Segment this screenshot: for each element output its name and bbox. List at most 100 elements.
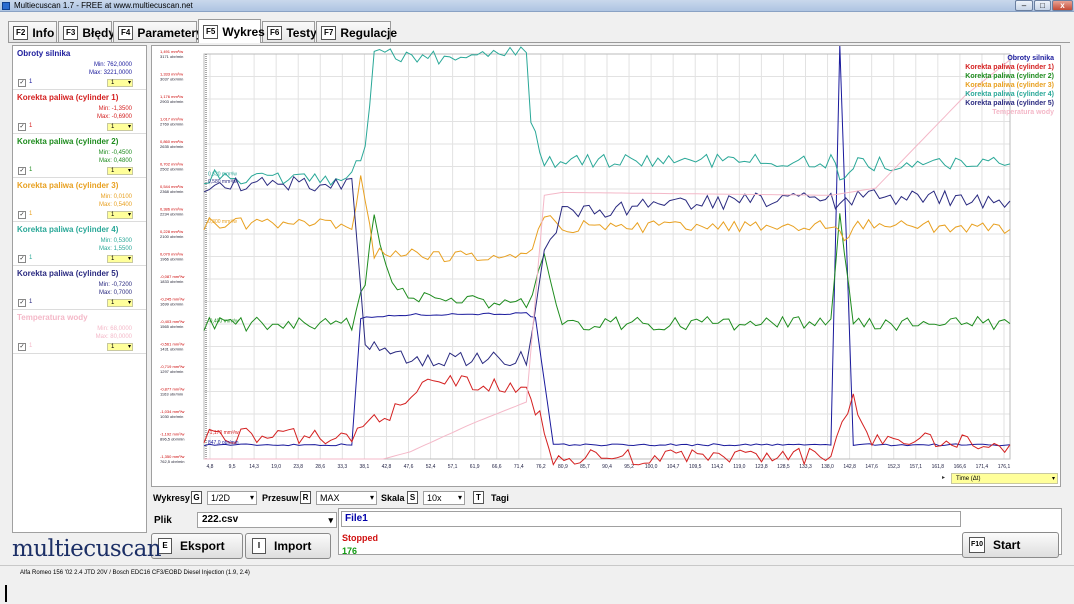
x-tick-label: 28,6 — [315, 464, 325, 470]
plik-label: Plik — [154, 515, 172, 526]
wykresy-dropdown[interactable]: 1/2D — [207, 491, 257, 505]
x-tick-label: 176,1 — [998, 464, 1011, 470]
x-tick-label: 152,3 — [887, 464, 900, 470]
signal-checkbox[interactable]: ✓ — [18, 79, 26, 87]
signal-count: 1 — [29, 79, 33, 85]
signal-scale-dropdown[interactable]: 1 — [107, 167, 133, 175]
signal-max: Max: -0,6900 — [96, 114, 132, 120]
x-tick-label: 166,6 — [954, 464, 967, 470]
przesuw-key: R — [300, 491, 311, 504]
export-button[interactable]: E Eksport — [151, 533, 243, 559]
signal-scale-dropdown[interactable]: 1 — [107, 299, 133, 307]
tab-testy[interactable]: F6 Testy — [262, 21, 317, 43]
signal-checkbox[interactable]: ✓ — [18, 211, 26, 219]
signal-scale-dropdown[interactable]: 1 — [107, 123, 133, 131]
x-tick-label: 161,8 — [932, 464, 945, 470]
skala-dropdown[interactable]: 10x — [423, 491, 465, 505]
tab-label: Info — [32, 25, 55, 40]
signal-scale-dropdown[interactable]: 1 — [107, 255, 133, 263]
tab-label: Błędy — [82, 25, 116, 40]
signal-item[interactable]: Korekta paliwa (cylinder 4) Min: 0,5300 Ma… — [13, 222, 146, 266]
tab-parametery[interactable]: F4 Parametery — [113, 21, 203, 43]
x-axis-selector[interactable]: Time (Δt) — [951, 473, 1058, 484]
signal-max: Max: 0,4800 — [98, 158, 132, 164]
tab-key: F6 — [267, 25, 283, 40]
legend-entry: Obroty silnika — [1007, 55, 1054, 62]
start-label: Start — [993, 538, 1021, 552]
x-tick-label: 109,5 — [689, 464, 702, 470]
sample-count: 176 — [342, 546, 358, 556]
signal-min: Min: -1,3500 — [98, 106, 132, 112]
wykresy-key: G — [191, 491, 202, 504]
import-label: Import — [274, 539, 312, 553]
tab-label: Regulacje — [340, 25, 398, 40]
signal-scale-dropdown[interactable]: 1 — [107, 343, 133, 351]
file-dropdown[interactable]: 222.csv — [197, 512, 337, 528]
signal-checkbox[interactable]: ✓ — [18, 255, 26, 263]
y-tick-rpm: 3037 obr/min — [160, 77, 183, 82]
y-tick-rpm: 1699 obr/min — [160, 302, 183, 307]
signal-count: 1 — [29, 255, 33, 261]
export-label: Eksport — [180, 539, 225, 553]
y-tick-rpm: 2903 obr/min — [160, 99, 183, 104]
maximize-button[interactable]: □ — [1034, 0, 1051, 11]
y-tick-rpm: 2502 obr/min — [160, 167, 183, 172]
wykresy-label: Wykresy — [153, 493, 190, 503]
tab-key: F5 — [203, 24, 219, 39]
legend-entry: Korekta paliwa (cylinder 1) — [965, 64, 1054, 71]
tab-label: Parametery — [137, 25, 203, 40]
y-tick-rpm: 896,5 obr/min — [160, 437, 184, 442]
x-tick-label: 90,4 — [602, 464, 612, 470]
tab-info[interactable]: F2 Info — [8, 21, 57, 43]
signal-checkbox[interactable]: ✓ — [18, 167, 26, 175]
y-tick-rpm: 1030 obr/min — [160, 414, 183, 419]
y-tick-rpm: 1431 obr/min — [160, 347, 183, 352]
signal-item[interactable]: Korekta paliwa (cylinder 5) Min: -0,7200 M… — [13, 266, 146, 310]
signal-item[interactable]: Korekta paliwa (cylinder 1) Min: -1,3500 M… — [13, 90, 146, 134]
y-tick-rpm: 762,5 obr/min — [160, 459, 184, 464]
close-button[interactable]: x — [1052, 0, 1073, 11]
file-row: Plik 222.csv — [151, 510, 338, 532]
x-tick-label: 100,0 — [645, 464, 658, 470]
scroll-right-icon[interactable]: ▸ — [942, 474, 945, 481]
signal-max: Max: 80,0000 — [95, 334, 132, 340]
x-tick-label: 85,7 — [580, 464, 590, 470]
signal-min: Min: -0,7200 — [98, 282, 132, 288]
line-chart[interactable]: 1,491 mm³/w3171 obr/min1,333 mm³/w3037 o… — [152, 46, 1060, 472]
signal-scale-dropdown[interactable]: 1 — [107, 211, 133, 219]
przesuw-dropdown[interactable]: MAX — [316, 491, 377, 505]
tagi-key[interactable]: T — [473, 491, 484, 504]
x-tick-label: 128,5 — [777, 464, 790, 470]
window-titlebar: Multiecuscan 1.7 - FREE at www.multiecus… — [0, 0, 1074, 12]
x-tick-label: 95,2 — [624, 464, 634, 470]
tab-bledy[interactable]: F3 Błędy — [58, 21, 116, 43]
signal-checkbox[interactable]: ✓ — [18, 299, 26, 307]
signal-item[interactable]: Temperatura wody Min: 68,0000 Max: 80,0000… — [13, 310, 146, 354]
signal-item[interactable]: Korekta paliwa (cylinder 3) Min: 0,0100 Ma… — [13, 178, 146, 222]
x-tick-label: 38,1 — [360, 464, 370, 470]
cursor-value-label: -0,400 mm³/w — [208, 319, 239, 325]
tab-regulacje[interactable]: F7 Regulacje — [316, 21, 397, 43]
start-button[interactable]: F10 Start — [962, 532, 1059, 558]
tab-divider — [8, 42, 1070, 43]
signal-name: Korekta paliwa (cylinder 4) — [17, 225, 119, 234]
start-key: F10 — [969, 537, 985, 553]
signal-checkbox[interactable]: ✓ — [18, 123, 26, 131]
import-button[interactable]: I Import — [245, 533, 331, 559]
tab-key: F2 — [13, 25, 29, 40]
chart-area[interactable]: 1,491 mm³/w 3171 obr/min 1,333 mm³/w 3037 o… — [151, 45, 1061, 487]
signal-item[interactable]: Obroty silnika Min: 762,0000 Max: 3221,000… — [13, 46, 146, 90]
tab-wykres[interactable]: F5 Wykres — [198, 19, 265, 43]
signal-scale-dropdown[interactable]: 1 — [107, 79, 133, 87]
tab-key: F7 — [321, 25, 337, 40]
signal-checkbox[interactable]: ✓ — [18, 343, 26, 351]
signal-item[interactable]: Korekta paliwa (cylinder 2) Min: -0,4500 M… — [13, 134, 146, 178]
x-tick-label: 57,1 — [448, 464, 458, 470]
x-tick-label: 119,0 — [733, 464, 745, 470]
y-tick-rpm: 2368 obr/min — [160, 189, 183, 194]
file-name-field[interactable]: File1 — [341, 511, 961, 527]
status-text: Stopped — [342, 533, 378, 543]
skala-label: Skala — [381, 493, 405, 503]
x-tick-label: 23,8 — [293, 464, 303, 470]
minimize-button[interactable]: – — [1015, 0, 1033, 11]
